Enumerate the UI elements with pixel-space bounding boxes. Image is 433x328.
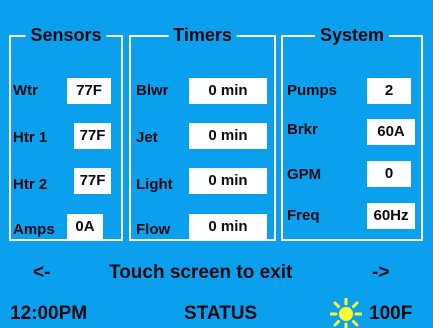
sensor-label-amps: Amps	[13, 221, 55, 238]
system-title: System	[314, 24, 390, 46]
prev-arrow-button[interactable]: <-	[33, 262, 50, 284]
outside-temp: 100F	[369, 303, 413, 324]
system-value-freq: 60Hz	[367, 203, 415, 229]
sensor-value-wtr: 77F	[67, 78, 111, 104]
system-label-freq: Freq	[287, 207, 320, 224]
exit-message[interactable]: Touch screen to exit	[109, 262, 292, 284]
timer-value-light[interactable]: 0 min	[189, 168, 267, 194]
timers-panel: Timers Blwr 0 min Jet 0 min Light 0 min …	[129, 24, 276, 241]
system-label-pumps: Pumps	[287, 82, 338, 99]
timer-value-blwr[interactable]: 0 min	[189, 78, 267, 104]
sensor-value-htr1: 77F	[74, 123, 111, 149]
sensor-value-htr2: 77F	[74, 168, 111, 194]
sensor-label-htr2: Htr 2	[13, 176, 48, 193]
system-label-gpm: GPM	[287, 166, 322, 183]
system-value-gpm: 0	[367, 161, 411, 187]
status-label[interactable]: STATUS	[184, 303, 257, 325]
timer-value-jet[interactable]: 0 min	[189, 123, 267, 149]
system-value-brkr: 60A	[367, 119, 415, 145]
system-value-pumps: 2	[367, 78, 411, 104]
sensors-title: Sensors	[25, 24, 107, 46]
timers-title: Timers	[168, 24, 237, 46]
sun-icon	[330, 298, 362, 328]
timer-value-flow[interactable]: 0 min	[189, 214, 267, 240]
system-label-brkr: Brkr	[287, 121, 318, 138]
timer-label-jet: Jet	[136, 129, 158, 146]
sensor-value-amps: 0A	[67, 214, 103, 240]
clock-time: 12:00PM	[10, 303, 88, 324]
system-panel: System Pumps 2 Brkr 60A GPM 0 Freq 60Hz	[281, 24, 423, 241]
timer-label-flow: Flow	[136, 221, 171, 238]
timer-label-blwr: Blwr	[136, 82, 169, 99]
sensor-label-wtr: Wtr	[13, 82, 38, 99]
sensors-panel: Sensors Wtr 77F Htr 1 77F Htr 2 77F Amps…	[9, 24, 123, 241]
timer-label-light: Light	[136, 176, 173, 193]
next-arrow-button[interactable]: ->	[372, 262, 389, 284]
sensor-label-htr1: Htr 1	[13, 129, 48, 146]
